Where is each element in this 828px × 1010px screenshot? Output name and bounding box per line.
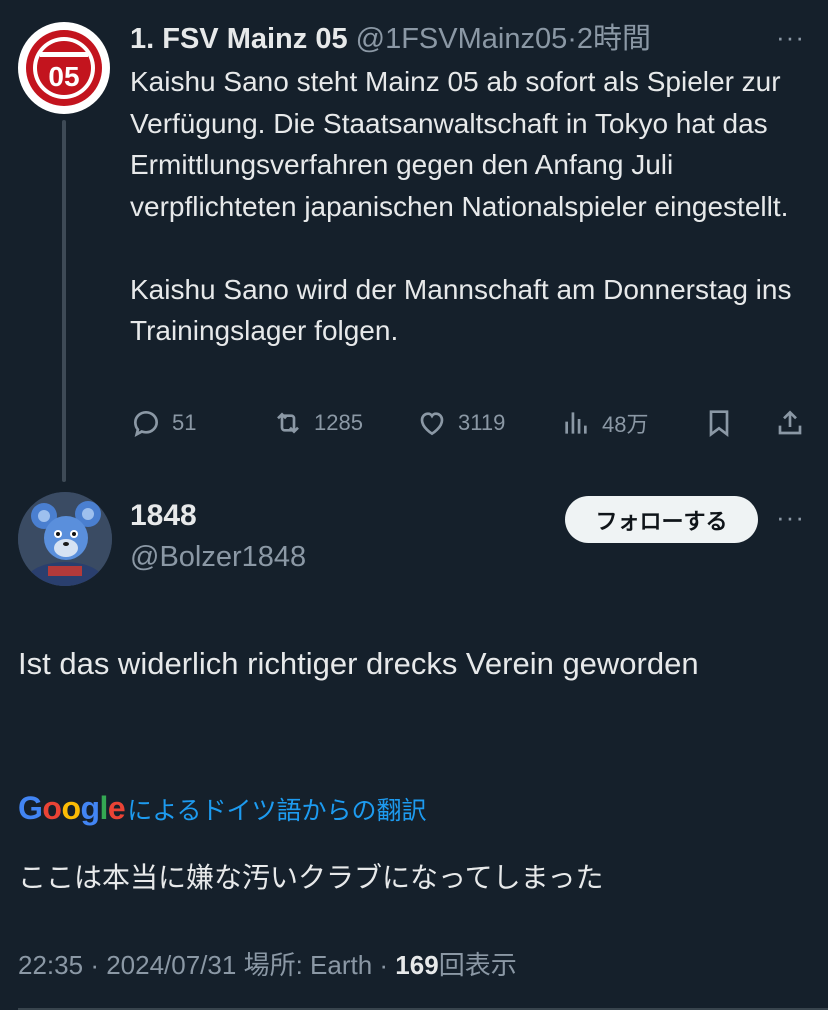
bookmark-button[interactable]: [703, 407, 735, 439]
tweet2-more-button[interactable]: ···: [776, 502, 805, 533]
tweet2-body: Ist das widerlich richtiger drecks Verei…: [18, 646, 699, 681]
tweet2-author-name[interactable]: 1848: [130, 499, 197, 533]
tweet-time[interactable]: 22:35: [18, 950, 83, 980]
tweet1-more-button[interactable]: ···: [776, 22, 805, 53]
translation-label[interactable]: によるドイツ語からの翻訳: [127, 791, 426, 827]
tweet1-timestamp[interactable]: 2時間: [577, 23, 651, 55]
user-avatar[interactable]: [18, 492, 112, 586]
tweet1-author-handle[interactable]: @1FSVMainz05: [356, 23, 568, 55]
tweet2-author-handle[interactable]: @Bolzer1848: [130, 541, 306, 574]
follow-button[interactable]: フォローする: [565, 496, 758, 543]
separator-dot: ·: [567, 23, 577, 55]
like-count: 3119: [458, 410, 506, 435]
retweet-count: 1285: [314, 410, 363, 435]
reply-count: 51: [172, 410, 197, 435]
tweet2-meta: 22:35 · 2024/07/31 場所: Earth · 169回表示: [18, 950, 517, 980]
views-button[interactable]: 48万: [560, 407, 648, 439]
retweet-button[interactable]: 1285: [272, 407, 363, 439]
google-logo-icon: Google: [18, 790, 126, 826]
like-button[interactable]: 3119: [416, 407, 505, 439]
reply-icon: [133, 410, 159, 437]
tweet1-paragraph-1: Kaishu Sano steht Mainz 05 ab sofort als…: [130, 66, 789, 222]
tweet-date[interactable]: 2024/07/31: [106, 950, 236, 980]
reply-button[interactable]: 51: [130, 407, 196, 439]
mainz-logo-icon: 05: [20, 24, 108, 112]
tweet1-body: Kaishu Sano steht Mainz 05 ab sofort als…: [130, 61, 810, 352]
retweet-icon: [277, 412, 299, 434]
tweet-location: 場所: Earth: [243, 950, 373, 980]
views-icon: [565, 412, 587, 434]
tweet1-header: 1. FSV Mainz 05 @1FSVMainz05·2時間: [130, 20, 651, 58]
share-button[interactable]: [774, 407, 806, 439]
bookmark-icon: [709, 410, 729, 437]
mascot-avatar-icon: [18, 492, 112, 586]
svg-text:05: 05: [48, 61, 79, 92]
tweet1-paragraph-2: Kaishu Sano wird der Mannschaft am Donne…: [130, 273, 792, 347]
views-count: 48万: [602, 412, 649, 437]
like-icon: [420, 412, 444, 436]
share-icon: [778, 410, 802, 435]
translation-attribution[interactable]: Google によるドイツ語からの翻訳: [18, 790, 426, 827]
tweet2-views-label: 回表示: [438, 950, 517, 980]
thread-connector: [62, 120, 66, 482]
tweet2-views-count[interactable]: 169: [395, 950, 438, 980]
tweet1-author-name[interactable]: 1. FSV Mainz 05: [130, 23, 348, 55]
translated-text: ここは本当に嫌な汚いクラブになってしまった: [18, 862, 604, 893]
mainz-avatar[interactable]: 05: [18, 22, 110, 114]
